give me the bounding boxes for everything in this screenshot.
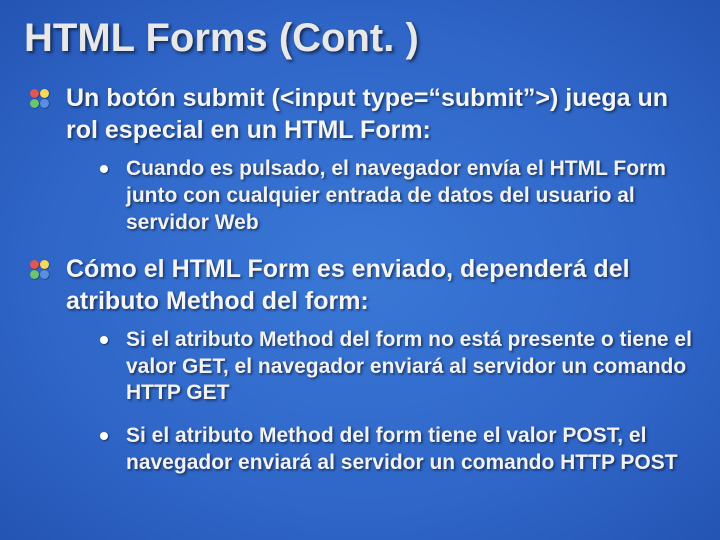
sub-list: Cuando es pulsado, el navegador envía el…: [66, 156, 696, 237]
main-list: Un botón submit (<input type=“submit”>) …: [24, 82, 696, 477]
sub-list-item-text: Cuando es pulsado, el navegador envía el…: [126, 156, 696, 237]
sub-list-item: Cuando es pulsado, el navegador envía el…: [98, 156, 696, 237]
sub-list: Si el atributo Method del form no está p…: [66, 327, 696, 477]
four-dots-icon: [30, 260, 50, 280]
sub-list-item: Si el atributo Method del form tiene el …: [98, 423, 696, 477]
sub-list-item: Si el atributo Method del form no está p…: [98, 327, 696, 408]
sub-list-item-text: Si el atributo Method del form tiene el …: [126, 423, 696, 477]
list-item-text: Un botón submit (<input type=“submit”>) …: [66, 82, 696, 146]
list-item: Cómo el HTML Form es enviado, dependerá …: [24, 253, 696, 477]
four-dots-icon: [30, 89, 50, 109]
list-item-text: Cómo el HTML Form es enviado, dependerá …: [66, 253, 696, 317]
slide-title: HTML Forms (Cont. ): [24, 16, 696, 60]
slide: HTML Forms (Cont. ) Un botón submit (<in…: [0, 0, 720, 540]
list-item: Un botón submit (<input type=“submit”>) …: [24, 82, 696, 237]
sub-list-item-text: Si el atributo Method del form no está p…: [126, 327, 696, 408]
